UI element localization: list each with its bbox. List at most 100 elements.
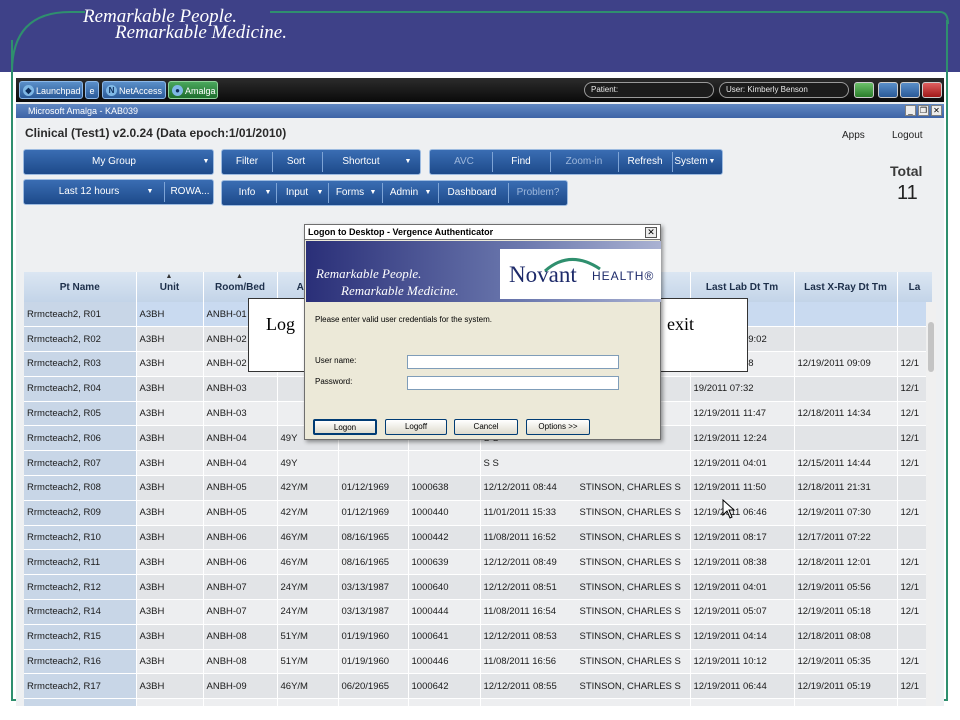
chevron-down-icon[interactable]: ▼	[314, 181, 326, 205]
actions-toolbar: AVC Find Zoom-in Refresh System ▼	[429, 149, 723, 175]
logon-button[interactable]: Logon	[313, 419, 377, 435]
dialog-title: Logon to Desktop - Vergence Authenticato…	[305, 225, 660, 240]
sort-button[interactable]: Sort	[276, 150, 316, 174]
chevron-down-icon[interactable]: ▼	[706, 150, 718, 174]
table-cell: 12/15/2011 14:44	[794, 450, 898, 477]
refresh-button[interactable]: Refresh	[620, 150, 670, 174]
zoom-in-button[interactable]: Zoom-in	[554, 150, 614, 174]
table-cell: Rrmcteach2, R05	[24, 401, 137, 427]
table-cell: 12/19/2011 08:17	[690, 525, 795, 551]
user-field[interactable]: User: Kimberly Benson	[719, 82, 849, 98]
filter-button[interactable]: Filter	[227, 150, 267, 174]
table-cell: A3BH	[136, 475, 204, 501]
minimize-icon[interactable]: _	[905, 105, 916, 116]
table-cell	[338, 450, 409, 477]
netaccess-icon: N	[106, 85, 117, 96]
chevron-down-icon[interactable]: ▼	[422, 181, 434, 205]
table-row[interactable]: Rrmcteach2, R15 A3BH ANBH-08 51Y/M 01/19/196…	[24, 624, 932, 650]
card-icon[interactable]	[854, 82, 874, 98]
lock-icon[interactable]	[878, 82, 898, 98]
table-cell: ANBH-08	[203, 624, 278, 650]
table-row[interactable]: Rrmcteach2, R11 A3BH ANBH-06 46Y/M 08/16/196…	[24, 549, 932, 576]
dialog-message: Please enter valid user credentials for …	[315, 315, 492, 324]
chevron-down-icon[interactable]: ▼	[402, 150, 414, 174]
cell-attending: STINSON, CHARLES S	[579, 631, 681, 643]
group-selector[interactable]: My Group ▼	[23, 149, 214, 175]
admin-button[interactable]: Admin	[386, 181, 422, 205]
table-cell: 12/18/2011 12:01	[794, 549, 898, 576]
my-group-label[interactable]: My Group	[24, 150, 204, 174]
column-header[interactable]: Last X-Ray Dt Tm	[794, 272, 898, 302]
table-row[interactable]: Rrmcteach2, R14 A3BH ANBH-07 24Y/M 03/13/198…	[24, 599, 932, 625]
options-button[interactable]: Options >>	[526, 419, 590, 435]
problem-button[interactable]: Problem?	[510, 181, 566, 205]
username-label: User name:	[315, 356, 357, 365]
exit-icon[interactable]	[922, 82, 942, 98]
table-cell: 1000642	[408, 673, 481, 700]
table-cell: 01/19/1960	[338, 624, 409, 650]
dialog-tagline-1: Remarkable People.	[316, 266, 422, 281]
dashboard-button[interactable]: Dashboard	[442, 181, 502, 205]
column-header[interactable]: Pt Name	[24, 272, 137, 302]
table-cell: ANBH-03	[203, 401, 278, 427]
table-cell: 06/20/1965	[338, 673, 409, 700]
chevron-down-icon[interactable]: ▼	[200, 150, 212, 174]
forms-button[interactable]: Forms	[332, 181, 368, 205]
info-button[interactable]: Info	[230, 181, 264, 205]
table-row[interactable]: Rrmcteach2, R16 A3BH ANBH-08 51Y/M 01/19/196…	[24, 649, 932, 675]
vertical-scrollbar[interactable]	[926, 302, 936, 706]
separator	[164, 182, 165, 202]
patient-field[interactable]: Patient:	[584, 82, 714, 98]
table-row[interactable]: Rrmcteach2, R17 A3BH ANBH-09 46Y/M 06/20/196…	[24, 673, 932, 700]
netaccess-button[interactable]: N NetAccess	[102, 81, 166, 99]
password-field[interactable]	[407, 376, 619, 390]
table-row[interactable]: Rrmcteach2, R12 A3BH ANBH-07 24Y/M 03/13/198…	[24, 574, 932, 601]
chevron-down-icon[interactable]: ▼	[262, 181, 274, 205]
logout-link[interactable]: Logout	[892, 130, 923, 141]
input-button[interactable]: Input	[279, 181, 315, 205]
chevron-down-icon[interactable]: ▼	[367, 181, 379, 205]
slide-frame-right	[946, 20, 948, 700]
launchpad-icon: ◆	[23, 85, 34, 96]
table-cell: Rrmcteach2, R07	[24, 450, 137, 477]
table-cell: Rrmcteach2, R11	[24, 549, 137, 576]
avc-button[interactable]: AVC	[444, 150, 484, 174]
username-field[interactable]	[407, 355, 619, 369]
browser-button[interactable]: e	[85, 81, 99, 99]
last-12-hours-button[interactable]: Last 12 hours	[24, 180, 154, 204]
table-cell: A3BH	[136, 525, 204, 551]
amalga-button[interactable]: ● Amalga	[168, 81, 218, 99]
restore-icon[interactable]: ❐	[918, 105, 929, 116]
column-header-label: Last X-Ray Dt Tm	[804, 281, 887, 293]
find-button[interactable]: Find	[496, 150, 546, 174]
menu-toolbar: Info ▼ Input ▼ Forms ▼ Admin ▼ Dashboard…	[221, 180, 568, 206]
dialog-close-icon[interactable]: ✕	[645, 227, 657, 238]
launchpad-button[interactable]: ◆ Launchpad	[19, 81, 83, 99]
table-cell: 46Y/M	[277, 673, 339, 700]
launchpad-label: Launchpad	[36, 86, 81, 96]
close-icon[interactable]: ✕	[931, 105, 942, 116]
launchpad-bar: ◆ Launchpad e N NetAccess ● Amalga Patie…	[16, 78, 944, 102]
chevron-down-icon[interactable]: ▼	[144, 180, 156, 204]
cancel-button[interactable]: Cancel	[454, 419, 518, 435]
column-header[interactable]: ▲ Unit	[136, 272, 204, 302]
system-button[interactable]: System	[674, 150, 708, 174]
table-cell: A3BH	[136, 649, 204, 675]
table-row[interactable]: Rrmcteach2, R10 A3BH ANBH-06 46Y/M 08/16/196…	[24, 525, 932, 551]
secure-icon[interactable]	[900, 82, 920, 98]
shortcut-button[interactable]: Shortcut	[328, 150, 394, 174]
table-cell: 12/12/2011 08:44 STINSON, CHARLES S	[480, 475, 691, 501]
apps-link[interactable]: Apps	[842, 130, 865, 141]
scrollbar-thumb[interactable]	[928, 322, 934, 372]
table-cell: 12/19/2011 05:18	[794, 599, 898, 625]
table-cell: 12/19/2011 08:38	[690, 549, 795, 576]
table-cell: Rrmcteach2, R14	[24, 599, 137, 625]
table-row[interactable]: Rrmcteach2, R09 A3BH ANBH-05 42Y/M 01/12/196…	[24, 500, 932, 526]
table-cell: Rrmcteach2, R03	[24, 351, 137, 377]
table-row[interactable]: Rrmcteach2, R07 A3BH ANBH-04 49Y S S 12/19/20…	[24, 450, 932, 477]
table-row[interactable]: Rrmcteach2, R18A3BHANBH-0946Y/M06/20/196…	[24, 698, 932, 706]
table-row[interactable]: Rrmcteach2, R08 A3BH ANBH-05 42Y/M 01/12/196…	[24, 475, 932, 501]
column-header[interactable]: La	[897, 272, 932, 302]
logoff-button[interactable]: Logoff	[385, 419, 447, 435]
rowa-button[interactable]: ROWA...	[167, 180, 213, 204]
